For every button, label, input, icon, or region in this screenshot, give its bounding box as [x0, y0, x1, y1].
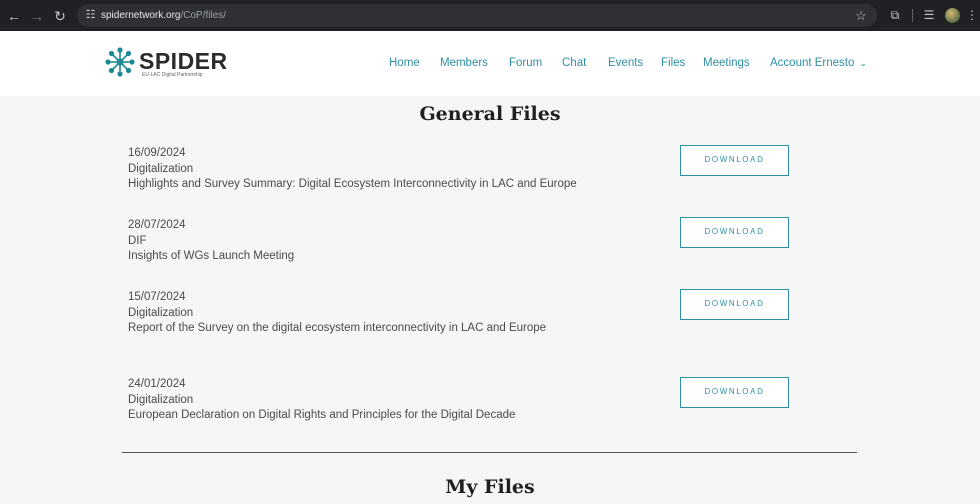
file-item: 28/07/2024 DIF Insights of WGs Launch Me… — [128, 218, 648, 265]
file-date: 24/01/2024 — [128, 378, 186, 390]
file-date: 28/07/2024 — [128, 219, 186, 231]
reload-icon[interactable]: ↻ — [51, 7, 69, 25]
nav-account-label: Account Ernesto — [770, 57, 855, 69]
download-button[interactable]: DOWNLOAD — [680, 217, 789, 248]
section-divider — [122, 452, 857, 453]
file-category: Digitalization — [128, 393, 194, 406]
file-item: 15/07/2024 Digitalization Report of the … — [128, 290, 648, 337]
download-button[interactable]: DOWNLOAD — [680, 145, 789, 176]
browser-toolbar: ← → ↻ ☷ spidernetwork.org/CoP/files/ ☆ ⧉… — [0, 0, 980, 31]
site-header: SPIDER EU-LAC Digital Partnership Home M… — [0, 31, 980, 96]
file-category: DIF — [128, 234, 147, 247]
logo-subtitle: EU-LAC Digital Partnership — [142, 72, 203, 78]
file-item: 16/09/2024 Digitalization Highlights and… — [128, 146, 648, 193]
file-name: Highlights and Survey Summary: Digital E… — [128, 178, 577, 190]
nav-account[interactable]: Account Ernesto ⌄ — [770, 55, 867, 71]
media-control-icon[interactable]: ☰ — [921, 7, 937, 23]
nav-meetings[interactable]: Meetings — [703, 55, 750, 71]
address-bar[interactable]: ☷ spidernetwork.org/CoP/files/ ☆ — [77, 4, 877, 27]
site-info-icon[interactable]: ☷ — [83, 8, 98, 23]
puzzle-icon[interactable]: ⧉ — [887, 7, 903, 23]
url-host: spidernetwork.org — [101, 10, 181, 21]
nav-files[interactable]: Files — [661, 55, 685, 71]
file-item: 24/01/2024 Digitalization European Decla… — [128, 377, 648, 424]
nav-chat[interactable]: Chat — [562, 55, 586, 71]
my-files-title: My Files — [445, 476, 535, 498]
file-date: 16/09/2024 — [128, 147, 186, 159]
download-button[interactable]: DOWNLOAD — [680, 377, 789, 408]
kebab-menu-icon[interactable]: ⋮ — [966, 7, 978, 23]
forward-icon[interactable]: → — [28, 7, 46, 25]
file-category: Digitalization — [128, 162, 194, 175]
nav-forum[interactable]: Forum — [509, 55, 542, 71]
chevron-down-icon: ⌄ — [859, 58, 867, 68]
download-button[interactable]: DOWNLOAD — [680, 289, 789, 320]
file-name: Report of the Survey on the digital ecos… — [128, 322, 547, 334]
nav-events[interactable]: Events — [608, 55, 643, 71]
main-nav: Home Members Forum Chat Events Files Mee… — [0, 55, 980, 71]
star-icon[interactable]: ☆ — [853, 7, 869, 24]
nav-members[interactable]: Members — [440, 55, 488, 71]
profile-avatar[interactable] — [945, 8, 960, 23]
nav-home[interactable]: Home — [389, 55, 420, 71]
general-files-title: General Files — [419, 103, 561, 125]
file-name: European Declaration on Digital Rights a… — [128, 409, 516, 421]
back-icon[interactable]: ← — [5, 7, 23, 25]
toolbar-divider — [912, 9, 913, 22]
file-name: Insights of WGs Launch Meeting — [128, 250, 295, 262]
file-category: Digitalization — [128, 306, 194, 319]
url-path: /CoP/files/ — [180, 10, 227, 21]
file-date: 15/07/2024 — [128, 291, 186, 303]
url-text[interactable]: spidernetwork.org/CoP/files/ — [101, 4, 226, 27]
